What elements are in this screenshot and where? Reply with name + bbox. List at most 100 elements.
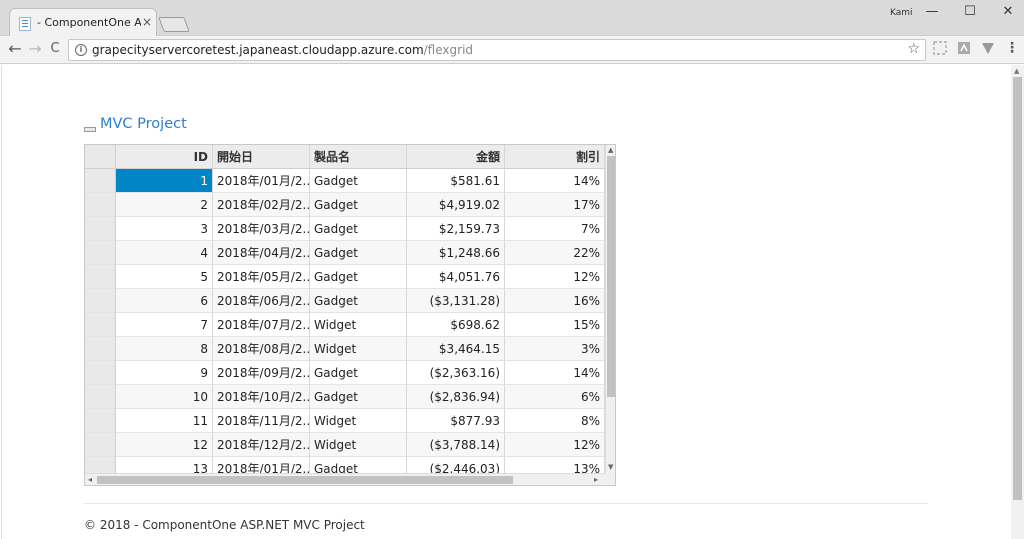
new-tab-button[interactable] — [158, 17, 190, 32]
table-row[interactable]: 10 2018年/10月/2... Gadget ($2,836.94) 6% — [85, 385, 605, 409]
cell-amount[interactable]: $4,919.02 — [407, 193, 505, 217]
cell-product[interactable]: Gadget — [310, 241, 407, 265]
cell-amount[interactable]: $877.93 — [407, 409, 505, 433]
cell-amount[interactable]: ($2,446.03) — [407, 457, 505, 473]
table-row[interactable]: 1 2018年/01月/2... Gadget $581.61 14% — [85, 169, 605, 193]
row-header-cell[interactable] — [85, 193, 116, 217]
table-row[interactable]: 12 2018年/12月/2... Widget ($3,788.14) 12% — [85, 433, 605, 457]
scroll-up-icon[interactable]: ▲ — [1014, 67, 1019, 75]
cell-start-date[interactable]: 2018年/02月/2... — [213, 193, 310, 217]
cell-amount[interactable]: $4,051.76 — [407, 265, 505, 289]
cell-product[interactable]: Gadget — [310, 361, 407, 385]
cell-product[interactable]: Gadget — [310, 289, 407, 313]
cell-start-date[interactable]: 2018年/07月/2... — [213, 313, 310, 337]
cell-start-date[interactable]: 2018年/09月/2... — [213, 361, 310, 385]
grid-scroll-down-icon[interactable]: ▼ — [608, 463, 613, 471]
extension-pdf-icon[interactable] — [956, 41, 972, 57]
cell-id[interactable]: 3 — [116, 217, 213, 241]
cell-start-date[interactable]: 2018年/12月/2... — [213, 433, 310, 457]
cell-amount[interactable]: ($2,836.94) — [407, 385, 505, 409]
grid-horizontal-thumb[interactable] — [97, 476, 513, 484]
cell-amount[interactable]: $2,159.73 — [407, 217, 505, 241]
forward-button[interactable]: → — [25, 39, 45, 59]
cell-amount[interactable]: ($2,363.16) — [407, 361, 505, 385]
cell-product[interactable]: Gadget — [310, 385, 407, 409]
row-header-cell[interactable] — [85, 313, 116, 337]
url-text[interactable]: grapecityservercoretest.japaneast.clouda… — [92, 43, 473, 57]
table-row[interactable]: 2 2018年/02月/2... Gadget $4,919.02 17% — [85, 193, 605, 217]
cell-start-date[interactable]: 2018年/03月/2... — [213, 217, 310, 241]
table-row[interactable]: 8 2018年/08月/2... Widget $3,464.15 3% — [85, 337, 605, 361]
column-header-amount[interactable]: 金額 — [407, 145, 505, 169]
cell-discount[interactable]: 14% — [505, 169, 605, 193]
row-header-cell[interactable] — [85, 457, 116, 473]
column-header-id[interactable]: ID — [116, 145, 213, 169]
table-row[interactable]: 7 2018年/07月/2... Widget $698.62 15% — [85, 313, 605, 337]
cell-discount[interactable]: 12% — [505, 265, 605, 289]
table-row[interactable]: 3 2018年/03月/2... Gadget $2,159.73 7% — [85, 217, 605, 241]
tab-close-icon[interactable]: × — [142, 15, 152, 29]
cell-start-date[interactable]: 2018年/04月/2... — [213, 241, 310, 265]
cell-discount[interactable]: 17% — [505, 193, 605, 217]
cell-amount[interactable]: $1,248.66 — [407, 241, 505, 265]
cell-amount[interactable]: ($3,131.28) — [407, 289, 505, 313]
row-header-cell[interactable] — [85, 265, 116, 289]
browser-menu-icon[interactable]: ⋮ — [1005, 40, 1019, 56]
row-header-cell[interactable] — [85, 217, 116, 241]
cell-id[interactable]: 13 — [116, 457, 213, 473]
table-row[interactable]: 4 2018年/04月/2... Gadget $1,248.66 22% — [85, 241, 605, 265]
collapse-icon[interactable] — [84, 127, 96, 132]
cell-start-date[interactable]: 2018年/01月/2... — [213, 457, 310, 473]
flexgrid[interactable]: ID 開始日 製品名 金額 割引 1 2018年/01月/2... Gadget $581.61… — [84, 144, 616, 486]
row-header-cell[interactable] — [85, 241, 116, 265]
back-button[interactable]: ← — [5, 39, 25, 59]
minimize-button[interactable]: — — [918, 2, 946, 22]
grid-vertical-scrollbar[interactable]: ▲ ▼ — [605, 145, 615, 473]
cell-amount[interactable]: $581.61 — [407, 169, 505, 193]
cell-id[interactable]: 1 — [116, 169, 213, 193]
cell-start-date[interactable]: 2018年/01月/2... — [213, 169, 310, 193]
extension-shield-icon[interactable] — [980, 41, 996, 57]
cell-discount[interactable]: 14% — [505, 361, 605, 385]
cell-product[interactable]: Widget — [310, 313, 407, 337]
cell-product[interactable]: Widget — [310, 337, 407, 361]
cell-discount[interactable]: 15% — [505, 313, 605, 337]
cell-id[interactable]: 5 — [116, 265, 213, 289]
page-title[interactable]: MVC Project — [100, 116, 187, 132]
site-info-icon[interactable]: i — [75, 44, 87, 56]
cell-product[interactable]: Gadget — [310, 217, 407, 241]
row-header-cell[interactable] — [85, 337, 116, 361]
column-header-product[interactable]: 製品名 — [310, 145, 407, 169]
address-bar[interactable]: i grapecityservercoretest.japaneast.clou… — [68, 39, 926, 61]
row-header-cell[interactable] — [85, 385, 116, 409]
table-row[interactable]: 9 2018年/09月/2... Gadget ($2,363.16) 14% — [85, 361, 605, 385]
cell-start-date[interactable]: 2018年/06月/2... — [213, 289, 310, 313]
cell-start-date[interactable]: 2018年/11月/2... — [213, 409, 310, 433]
row-header-cell[interactable] — [85, 433, 116, 457]
page-scrollbar[interactable]: ▲ — [1011, 65, 1024, 539]
cell-start-date[interactable]: 2018年/08月/2... — [213, 337, 310, 361]
cell-discount[interactable]: 16% — [505, 289, 605, 313]
cell-start-date[interactable]: 2018年/10月/2... — [213, 385, 310, 409]
cell-discount[interactable]: 6% — [505, 385, 605, 409]
cell-product[interactable]: Gadget — [310, 457, 407, 473]
cell-discount[interactable]: 8% — [505, 409, 605, 433]
cell-id[interactable]: 12 — [116, 433, 213, 457]
grid-top-left-cell[interactable] — [85, 145, 116, 169]
cell-id[interactable]: 10 — [116, 385, 213, 409]
cell-product[interactable]: Widget — [310, 433, 407, 457]
cell-discount[interactable]: 22% — [505, 241, 605, 265]
table-row[interactable]: 13 2018年/01月/2... Gadget ($2,446.03) 13% — [85, 457, 605, 473]
cell-id[interactable]: 8 — [116, 337, 213, 361]
profile-name[interactable]: Kami — [890, 8, 913, 18]
cell-discount[interactable]: 13% — [505, 457, 605, 473]
grid-scroll-left-icon[interactable]: ◂ — [88, 475, 92, 484]
cell-amount[interactable]: $698.62 — [407, 313, 505, 337]
row-header-cell[interactable] — [85, 289, 116, 313]
row-header-cell[interactable] — [85, 169, 116, 193]
cell-id[interactable]: 11 — [116, 409, 213, 433]
cell-id[interactable]: 2 — [116, 193, 213, 217]
cell-discount[interactable]: 3% — [505, 337, 605, 361]
cell-id[interactable]: 7 — [116, 313, 213, 337]
column-header-start-date[interactable]: 開始日 — [213, 145, 310, 169]
